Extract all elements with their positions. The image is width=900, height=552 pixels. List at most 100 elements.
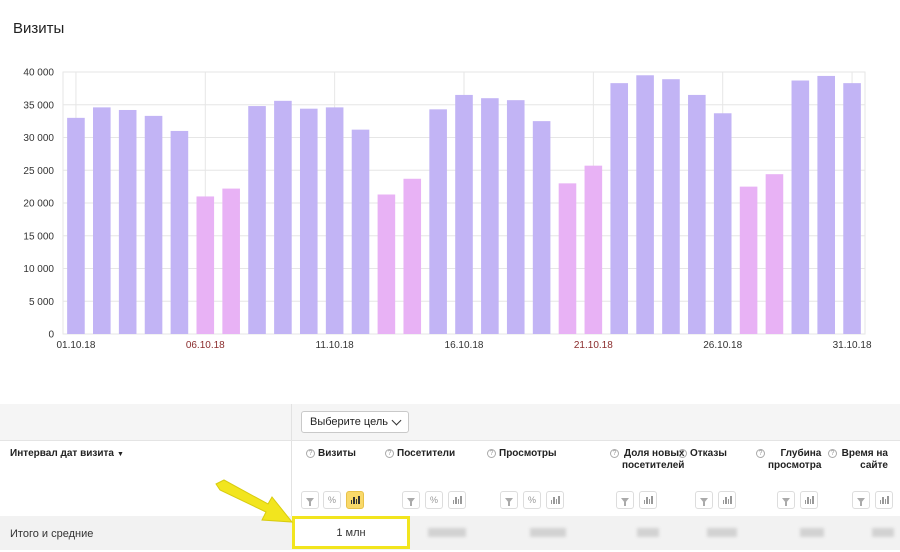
chart-toggle-button[interactable] bbox=[718, 491, 736, 509]
bar bbox=[325, 107, 344, 334]
bar bbox=[739, 186, 758, 334]
sort-desc-icon[interactable]: ▼ bbox=[117, 451, 124, 458]
y-tick-label: 30 000 bbox=[23, 133, 54, 144]
bar bbox=[170, 130, 189, 334]
column-label: Время на сайте bbox=[841, 448, 888, 471]
totals-visits-value: 1 млн bbox=[336, 526, 366, 539]
bar bbox=[351, 129, 370, 334]
column-header-time-on-site[interactable]: ? Время на сайте bbox=[828, 448, 888, 472]
chart-toggle-button[interactable] bbox=[800, 491, 818, 509]
x-tick-label: 16.10.18 bbox=[445, 340, 484, 351]
bar-chart-icon bbox=[550, 496, 560, 504]
dimension-header-label: Интервал дат визита bbox=[10, 448, 114, 459]
filter-button[interactable] bbox=[695, 491, 713, 509]
filter-icon bbox=[407, 497, 415, 506]
y-tick-label: 5 000 bbox=[29, 297, 54, 308]
bar-chart-icon bbox=[879, 496, 889, 504]
blurred-value bbox=[707, 528, 737, 537]
x-tick-label: 26.10.18 bbox=[703, 340, 742, 351]
filter-button[interactable] bbox=[777, 491, 795, 509]
column-header-visits[interactable]: ? Визиты bbox=[306, 448, 356, 460]
x-tick-label: 01.10.18 bbox=[56, 340, 95, 351]
bar bbox=[248, 106, 266, 334]
bar bbox=[93, 107, 111, 334]
percent-icon: % bbox=[429, 495, 438, 505]
bar-chart-icon bbox=[643, 496, 653, 504]
x-tick-label: 06.10.18 bbox=[186, 340, 225, 351]
y-tick-label: 20 000 bbox=[23, 199, 54, 210]
chart-toggle-button[interactable] bbox=[546, 491, 564, 509]
chart-toggle-button[interactable] bbox=[639, 491, 657, 509]
column-header-bounces[interactable]: ? Отказы bbox=[678, 448, 727, 460]
filter-button[interactable] bbox=[616, 491, 634, 509]
help-icon[interactable]: ? bbox=[487, 449, 496, 458]
help-icon[interactable]: ? bbox=[385, 449, 394, 458]
bar bbox=[67, 117, 85, 334]
bar bbox=[791, 80, 810, 334]
bar bbox=[274, 100, 292, 334]
bar-chart-icon bbox=[804, 496, 814, 504]
blurred-value bbox=[872, 528, 894, 537]
select-goal-label: Выберите цель bbox=[310, 416, 388, 428]
y-tick-label: 35 000 bbox=[23, 100, 54, 111]
percent-icon: % bbox=[527, 495, 536, 505]
y-tick-label: 40 000 bbox=[23, 68, 54, 79]
filter-button[interactable] bbox=[402, 491, 420, 509]
y-tick-label: 25 000 bbox=[23, 166, 54, 177]
totals-visits-cell: 1 млн bbox=[292, 516, 410, 549]
dimension-header[interactable]: Интервал дат визита ▼ bbox=[10, 448, 124, 459]
column-label: Визиты bbox=[318, 448, 356, 459]
bar bbox=[403, 178, 422, 334]
select-goal-button[interactable]: Выберите цель bbox=[301, 411, 409, 433]
bar bbox=[429, 109, 447, 335]
visits-bar-chart: 0 5 000 10 000 15 000 20 000 25 000 30 000 35 0… bbox=[23, 68, 872, 352]
help-icon[interactable]: ? bbox=[610, 449, 619, 458]
bar bbox=[144, 115, 163, 334]
bar-chart-icon bbox=[350, 496, 360, 504]
bar bbox=[558, 183, 577, 334]
filter-icon bbox=[782, 497, 790, 506]
filter-button[interactable] bbox=[852, 491, 870, 509]
column-label: Доля новых посетителей bbox=[622, 448, 685, 471]
bar bbox=[506, 100, 525, 334]
x-tick-label: 21.10.18 bbox=[574, 340, 613, 351]
percent-button[interactable]: % bbox=[425, 491, 443, 509]
bar bbox=[299, 108, 318, 335]
filter-button[interactable] bbox=[301, 491, 319, 509]
bar bbox=[662, 79, 680, 334]
bar bbox=[196, 196, 215, 334]
help-icon[interactable]: ? bbox=[306, 449, 315, 458]
bar-chart-icon bbox=[722, 496, 732, 504]
help-icon[interactable]: ? bbox=[678, 449, 687, 458]
chevron-down-icon bbox=[391, 415, 402, 425]
column-header-depth[interactable]: ? Глубина просмотра bbox=[756, 448, 821, 472]
filter-icon bbox=[700, 497, 708, 506]
help-icon[interactable]: ? bbox=[756, 449, 765, 458]
percent-button[interactable]: % bbox=[323, 491, 341, 509]
page-title: Визиты bbox=[13, 20, 65, 37]
annotation-arrow-icon bbox=[215, 479, 294, 523]
bar bbox=[765, 174, 784, 334]
filter-icon bbox=[621, 497, 629, 506]
chart-toggle-button[interactable] bbox=[346, 491, 364, 509]
x-tick-label: 11.10.18 bbox=[316, 340, 355, 351]
column-label: Посетители bbox=[397, 448, 456, 459]
blurred-value bbox=[428, 528, 466, 537]
bar-chart-icon bbox=[452, 496, 462, 504]
y-tick-label: 10 000 bbox=[23, 264, 54, 275]
filter-button[interactable] bbox=[500, 491, 518, 509]
chart-toggle-button[interactable] bbox=[875, 491, 893, 509]
bar bbox=[584, 165, 603, 334]
table-toolbar bbox=[0, 404, 900, 440]
bar bbox=[843, 83, 861, 334]
chart-toggle-button[interactable] bbox=[448, 491, 466, 509]
bar bbox=[481, 98, 499, 334]
help-icon[interactable]: ? bbox=[828, 449, 837, 458]
percent-button[interactable]: % bbox=[523, 491, 541, 509]
filter-icon bbox=[505, 497, 513, 506]
blurred-value bbox=[637, 528, 659, 537]
column-header-visitors[interactable]: ? Посетители bbox=[385, 448, 455, 460]
column-header-new-visitors-share[interactable]: ? Доля новых посетителей bbox=[610, 448, 684, 472]
bar bbox=[222, 188, 240, 334]
column-header-pageviews[interactable]: ? Просмотры bbox=[487, 448, 557, 460]
